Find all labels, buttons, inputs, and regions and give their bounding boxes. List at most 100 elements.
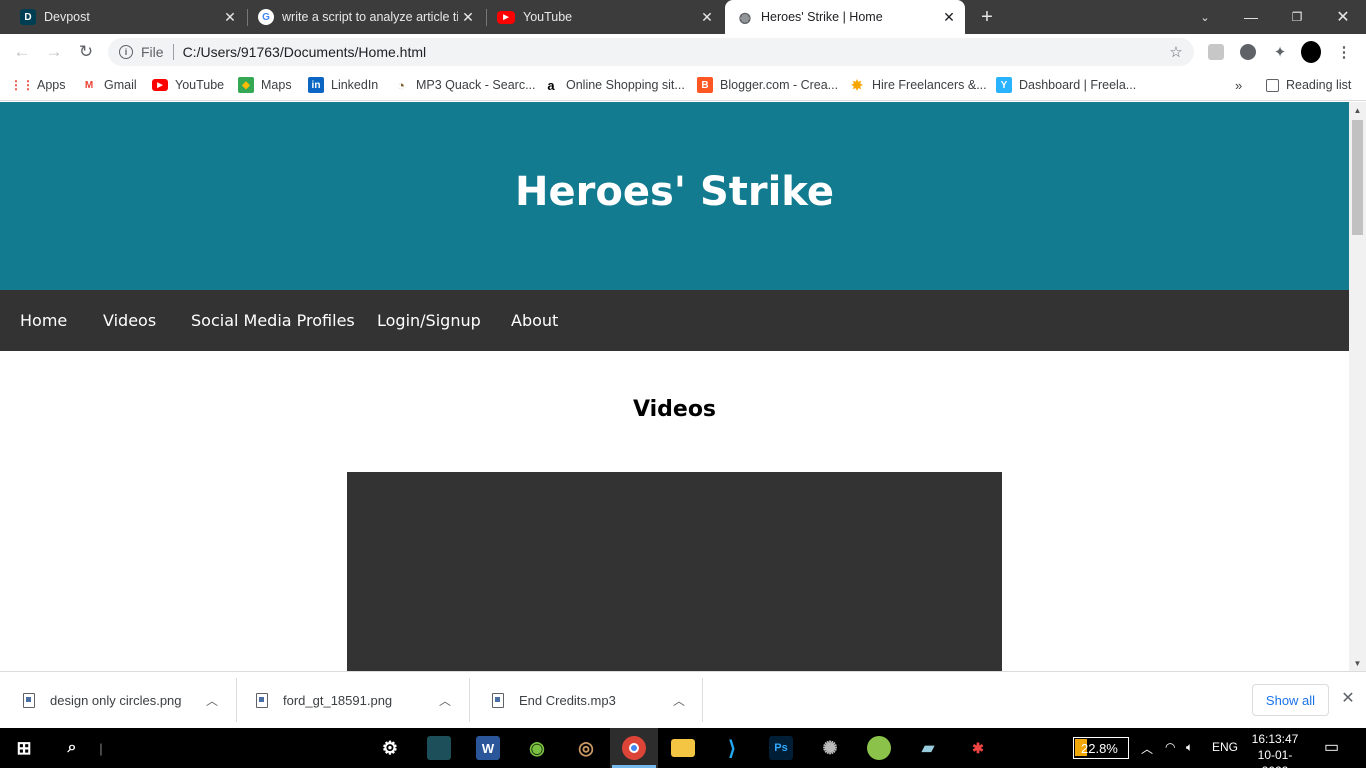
close-tab-icon[interactable]: ✕ xyxy=(697,7,717,27)
url-text[interactable]: C:/Users/91763/Documents/Home.html xyxy=(183,44,427,60)
bookmark-gmail[interactable]: M Gmail xyxy=(81,75,137,95)
reload-button[interactable]: ↻ xyxy=(74,40,98,64)
scroll-down-icon[interactable]: ▼ xyxy=(1349,655,1366,671)
obs-icon[interactable]: ✱ xyxy=(966,736,990,760)
show-all-button[interactable]: Show all xyxy=(1252,684,1329,716)
maps-icon: ◆ xyxy=(238,77,254,93)
chevron-up-icon[interactable]: ︿ xyxy=(202,692,222,709)
site-header: Heroes' Strike xyxy=(0,102,1349,290)
scroll-thumb[interactable] xyxy=(1352,120,1363,235)
show-hidden-icons-chevron-icon[interactable]: ︿ xyxy=(1141,740,1153,757)
minimize-button[interactable]: — xyxy=(1228,0,1274,34)
address-bar[interactable]: i File C:/Users/91763/Documents/Home.htm… xyxy=(108,38,1194,66)
download-item[interactable]: design only circles.png ︿ xyxy=(0,672,236,728)
gmail-icon: M xyxy=(84,79,94,91)
tab-title: Devpost xyxy=(44,10,90,24)
avatar[interactable] xyxy=(1301,41,1321,63)
page-viewport: Heroes' Strike Home Videos Social Media … xyxy=(0,102,1366,671)
linkedin-icon: in xyxy=(308,77,324,93)
video-player[interactable] xyxy=(347,472,1002,671)
bookmark-blogger[interactable]: B Blogger.com - Crea... xyxy=(697,75,838,95)
notifications-icon[interactable]: ▭ xyxy=(1324,737,1339,757)
settings-gear-icon[interactable]: ⚙ xyxy=(378,736,402,760)
tab-devpost[interactable]: D Devpost ✕ xyxy=(0,0,246,34)
forward-button[interactable]: → xyxy=(42,40,66,64)
bookmark-amazon[interactable]: a Online Shopping sit... xyxy=(543,75,684,95)
nav-home[interactable]: Home xyxy=(20,311,67,330)
tab-search-icon[interactable]: ⌄ xyxy=(1182,0,1228,34)
extensions-puzzle-icon[interactable]: ✦ xyxy=(1270,42,1290,62)
chrome-icon[interactable] xyxy=(622,736,646,760)
chevron-up-icon[interactable]: ︿ xyxy=(435,692,455,709)
close-tab-icon[interactable]: ✕ xyxy=(939,7,959,27)
nav-videos[interactable]: Videos xyxy=(103,311,156,330)
volume-icon[interactable]: 🔈︎ xyxy=(1186,740,1193,755)
close-window-button[interactable]: ✕ xyxy=(1320,0,1366,34)
bookmark-hire-freelancers[interactable]: ✸ Hire Freelancers &... xyxy=(849,75,987,95)
download-item[interactable]: ford_gt_18591.png ︿ xyxy=(233,672,469,728)
bookmark-dashboard-freelancer[interactable]: Y Dashboard | Freela... xyxy=(996,75,1136,95)
close-tab-icon[interactable]: ✕ xyxy=(220,7,240,27)
site-nav: Home Videos Social Media Profiles Login/… xyxy=(0,290,1349,351)
chevron-up-icon[interactable]: ︿ xyxy=(669,692,689,709)
back-button[interactable]: ← xyxy=(10,40,34,64)
nav-social-media-profiles[interactable]: Social Media Profiles xyxy=(191,311,355,330)
bookmarks-bar: ⋮⋮ Apps M Gmail ▶ YouTube ◆ Maps in Link… xyxy=(0,70,1366,101)
bookmark-youtube[interactable]: ▶ YouTube xyxy=(152,75,224,95)
scroll-up-icon[interactable]: ▲ xyxy=(1349,102,1366,118)
new-tab-button[interactable]: + xyxy=(964,0,1010,34)
bookmark-linkedin[interactable]: in LinkedIn xyxy=(308,75,378,95)
tab-heroes-strike[interactable]: ◍ Heroes' Strike | Home ✕ xyxy=(725,0,965,34)
bookmark-maps[interactable]: ◆ Maps xyxy=(238,75,292,95)
close-downloads-icon[interactable]: ✕ xyxy=(1338,688,1358,708)
site-title: Heroes' Strike xyxy=(515,169,834,215)
photoshop-icon[interactable]: Ps xyxy=(769,736,793,760)
bookmark-star-icon[interactable]: ☆ xyxy=(1166,42,1186,62)
download-item[interactable]: End Credits.mp3 ︿ xyxy=(469,672,703,728)
vscode-icon[interactable]: ⟩ xyxy=(720,736,744,760)
idm-icon[interactable]: ◉ xyxy=(525,736,549,760)
restore-button[interactable]: ❐ xyxy=(1274,0,1320,34)
windows-start-icon[interactable]: ⊞ xyxy=(12,736,36,760)
freelancer-icon: ✸ xyxy=(851,76,863,93)
section-heading: Videos xyxy=(632,397,717,422)
close-tab-icon[interactable]: ✕ xyxy=(458,7,478,27)
nav-about[interactable]: About xyxy=(511,311,558,330)
word-icon[interactable]: W xyxy=(476,736,500,760)
battery-indicator[interactable]: 22.8% xyxy=(1073,737,1129,759)
media-player-icon[interactable]: ◎ xyxy=(574,736,598,760)
language-indicator[interactable]: ENG xyxy=(1212,740,1238,754)
android-studio-icon[interactable] xyxy=(427,736,451,760)
menu-kebab-icon[interactable]: ⋮ xyxy=(1334,42,1354,62)
tab-title: Heroes' Strike | Home xyxy=(761,10,883,24)
clock-time: 16:13:47 xyxy=(1251,732,1299,746)
search-icon[interactable]: ⌕ xyxy=(60,736,84,760)
bookmark-mp3quack[interactable]: ◔ MP3 Quack - Searc... xyxy=(393,75,535,95)
tab-google-search[interactable]: G write a script to analyze article tit … xyxy=(238,0,484,34)
wifi-icon[interactable]: ◠ xyxy=(1165,740,1175,754)
page-scrollbar[interactable]: ▲ ▼ xyxy=(1349,102,1366,671)
amazon-icon: a xyxy=(547,77,555,93)
more-bookmarks-icon[interactable]: » xyxy=(1235,75,1242,95)
taskbar-divider: | xyxy=(99,740,103,756)
youtube-icon: ▶ xyxy=(497,10,515,24)
youtube-icon: ▶ xyxy=(152,79,168,91)
file-explorer-icon[interactable] xyxy=(671,739,695,757)
mp3quack-icon: ◔ xyxy=(397,77,405,93)
extension-x-icon[interactable] xyxy=(1238,42,1258,62)
browser-toolbar: ← → ↻ i File C:/Users/91763/Documents/Ho… xyxy=(0,34,1366,95)
reading-list[interactable]: Reading list xyxy=(1266,75,1351,95)
green-app-icon[interactable] xyxy=(867,736,891,760)
tab-youtube[interactable]: ▶ YouTube ✕ xyxy=(477,0,723,34)
nav-login-signup[interactable]: Login/Signup xyxy=(377,311,481,330)
profile-extension-icon[interactable] xyxy=(1206,42,1226,62)
gear-app-icon[interactable]: ✺ xyxy=(818,736,842,760)
notepad-icon[interactable]: ▰ xyxy=(916,736,940,760)
globe-icon: ◍ xyxy=(738,8,752,25)
blogger-icon: B xyxy=(697,77,713,93)
clock[interactable]: 16:13:47 10-01-2022 xyxy=(1246,731,1304,779)
info-icon[interactable]: i xyxy=(119,45,133,59)
windows-taskbar: ⊞ ⌕ | ⚙ W ◉ ◎ ⟩ Ps ✺ ▰ ✱ 22.8% ︿ ◠ 🔈︎ EN… xyxy=(0,728,1366,778)
scheme-label: File xyxy=(141,44,164,60)
bookmark-apps[interactable]: ⋮⋮ Apps xyxy=(10,75,66,95)
